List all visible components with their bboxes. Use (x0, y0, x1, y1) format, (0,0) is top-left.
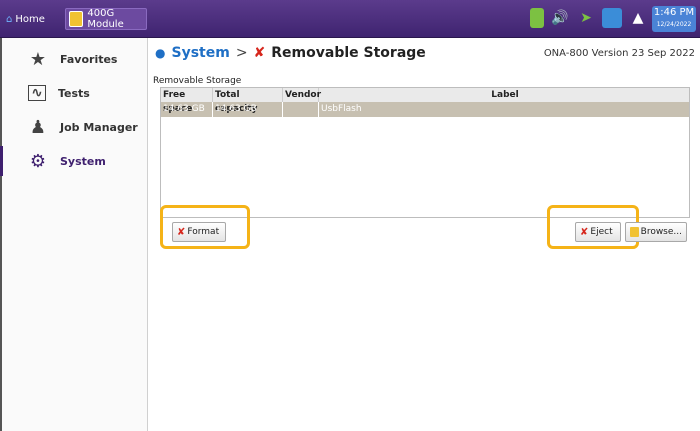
page-header: ● System > ✘ Removable Storage ONA-800 V… (155, 40, 695, 66)
sidebar-item-favorites[interactable]: ★ Favorites (2, 42, 147, 76)
clock[interactable]: 1:46 PM 12/24/2022 (652, 6, 696, 32)
format-label: Format (187, 227, 220, 237)
breadcrumb-separator: > (235, 45, 248, 61)
panel-title: Removable Storage (153, 76, 242, 86)
module-icon (69, 11, 84, 27)
globe-icon: ● (155, 46, 166, 60)
column-free-space[interactable]: Free space (161, 88, 213, 114)
eject-label: Eject (590, 227, 613, 237)
format-button[interactable]: ✘ Format (172, 222, 226, 242)
sidebar-item-tests[interactable]: ∿ Tests (2, 76, 147, 110)
format-icon: ✘ (177, 226, 186, 238)
top-bar: ⌂ Home 400G Module 🔊 ➤ ▲ 1:46 PM 12/24/2… (0, 0, 700, 38)
eject-button[interactable]: ✘ Eject (575, 222, 621, 242)
job-manager-icon: ♟ (29, 116, 47, 138)
cell-total-capacity: 14.63 GB (213, 102, 283, 117)
vnc-icon[interactable] (602, 8, 622, 28)
clock-time: 1:46 PM (653, 7, 695, 18)
sidebar-item-label: Tests (58, 86, 90, 100)
link-icon[interactable]: ➤ (576, 8, 596, 28)
status-icons: 🔊 ➤ ▲ (530, 8, 648, 28)
home-label: Home (15, 13, 45, 25)
sidebar-item-job-manager[interactable]: ♟ Job Manager (2, 110, 147, 144)
module-label: 400G Module (87, 8, 124, 30)
folder-icon (630, 227, 639, 237)
battery-icon[interactable] (530, 8, 544, 28)
cell-vendor (283, 102, 319, 117)
column-total-capacity[interactable]: Total capacity (213, 88, 283, 114)
gear-icon: ⚙ (29, 150, 47, 172)
version-label: ONA-800 Version 23 Sep 2022 (543, 47, 695, 59)
column-vendor[interactable]: Vendor (283, 88, 321, 102)
sidebar: ★ Favorites ∿ Tests ♟ Job Manager ⚙ Syst… (0, 38, 148, 431)
cell-label: UsbFlash (321, 104, 362, 114)
star-icon: ★ (29, 48, 47, 70)
breadcrumb-system[interactable]: System (171, 45, 229, 61)
sidebar-item-system[interactable]: ⚙ System (0, 144, 147, 178)
storage-table: Free space Total capacity Vendor Label 1… (160, 87, 690, 218)
cell-free-space: 14.63 GB (161, 102, 213, 117)
home-icon: ⌂ (6, 13, 13, 25)
sidebar-item-label: Favorites (60, 52, 118, 66)
breadcrumb: ● System > ✘ Removable Storage (155, 45, 426, 61)
speaker-icon[interactable]: 🔊 (550, 8, 570, 28)
eject-icon: ✘ (580, 226, 589, 238)
page-title: Removable Storage (271, 45, 426, 61)
module-tab[interactable]: 400G Module (65, 8, 147, 30)
storage-icon: ✘ (253, 45, 266, 61)
wifi-icon[interactable]: ▲ (628, 8, 648, 28)
browse-button[interactable]: Browse... (625, 222, 687, 242)
sidebar-item-label: Job Manager (60, 120, 138, 134)
table-row[interactable]: 14.63 GB 14.63 GB UsbFlash (161, 102, 689, 117)
tests-icon: ∿ (28, 85, 46, 101)
table-header: Free space Total capacity Vendor Label (161, 88, 689, 114)
column-label[interactable]: Label (319, 88, 689, 102)
sidebar-item-label: System (60, 154, 106, 168)
browse-label: Browse... (640, 227, 682, 237)
clock-date: 12/24/2022 (656, 21, 692, 28)
home-tab[interactable]: ⌂ Home (6, 10, 60, 28)
